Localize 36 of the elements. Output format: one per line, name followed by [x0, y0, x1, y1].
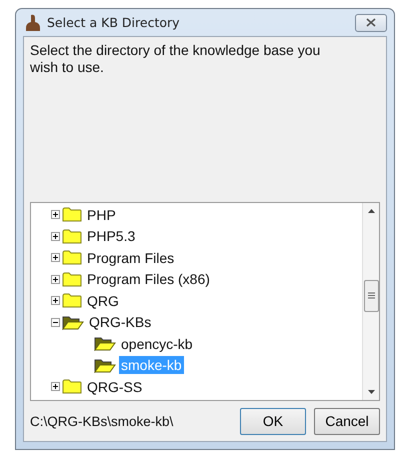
cancel-button[interactable]: Cancel [314, 408, 380, 434]
folder-name[interactable]: QRG-SS [85, 378, 144, 396]
folder-name[interactable]: QRG-KBs [87, 313, 154, 332]
close-button[interactable] [355, 14, 387, 32]
folder-icon [62, 272, 82, 287]
collapse-toggle[interactable] [51, 318, 60, 327]
folder-icon [62, 207, 82, 222]
selected-path: C:\QRG-KBs\smoke-kb\ [30, 414, 174, 428]
folder-icon [62, 293, 82, 308]
folder-icon [62, 228, 82, 244]
folder-name[interactable]: Program Files [85, 248, 176, 267]
folder-name[interactable]: Program Files (x86) [85, 270, 212, 288]
open-folder-icon [62, 314, 84, 330]
folder-name[interactable]: QRG [85, 292, 121, 310]
grip-icon [368, 292, 374, 299]
expand-toggle[interactable] [51, 274, 60, 284]
folder-name[interactable]: PHP [85, 206, 118, 224]
open-folder-icon [94, 336, 116, 352]
folder-name[interactable]: PHP5.3 [85, 227, 138, 246]
scroll-up-icon[interactable] [368, 209, 374, 213]
expand-toggle[interactable] [51, 232, 60, 241]
instruction-text: Select the directory of the knowledge base you wish to use. [30, 42, 322, 77]
expand-toggle[interactable] [51, 382, 60, 392]
window-title: Select a KB Directory [47, 15, 181, 30]
scrollbar[interactable] [362, 203, 379, 400]
open-folder-icon [94, 358, 116, 373]
expand-toggle[interactable] [51, 210, 60, 220]
expand-toggle[interactable] [51, 296, 60, 306]
scroll-down-icon[interactable] [368, 390, 374, 394]
close-icon [366, 18, 376, 27]
expand-toggle[interactable] [51, 253, 60, 262]
folder-name[interactable]: opencyc-kb [119, 334, 195, 353]
ok-button[interactable]: OK [240, 408, 306, 434]
app-icon [25, 14, 41, 32]
folder-icon [62, 379, 82, 394]
folder-icon [62, 250, 82, 266]
